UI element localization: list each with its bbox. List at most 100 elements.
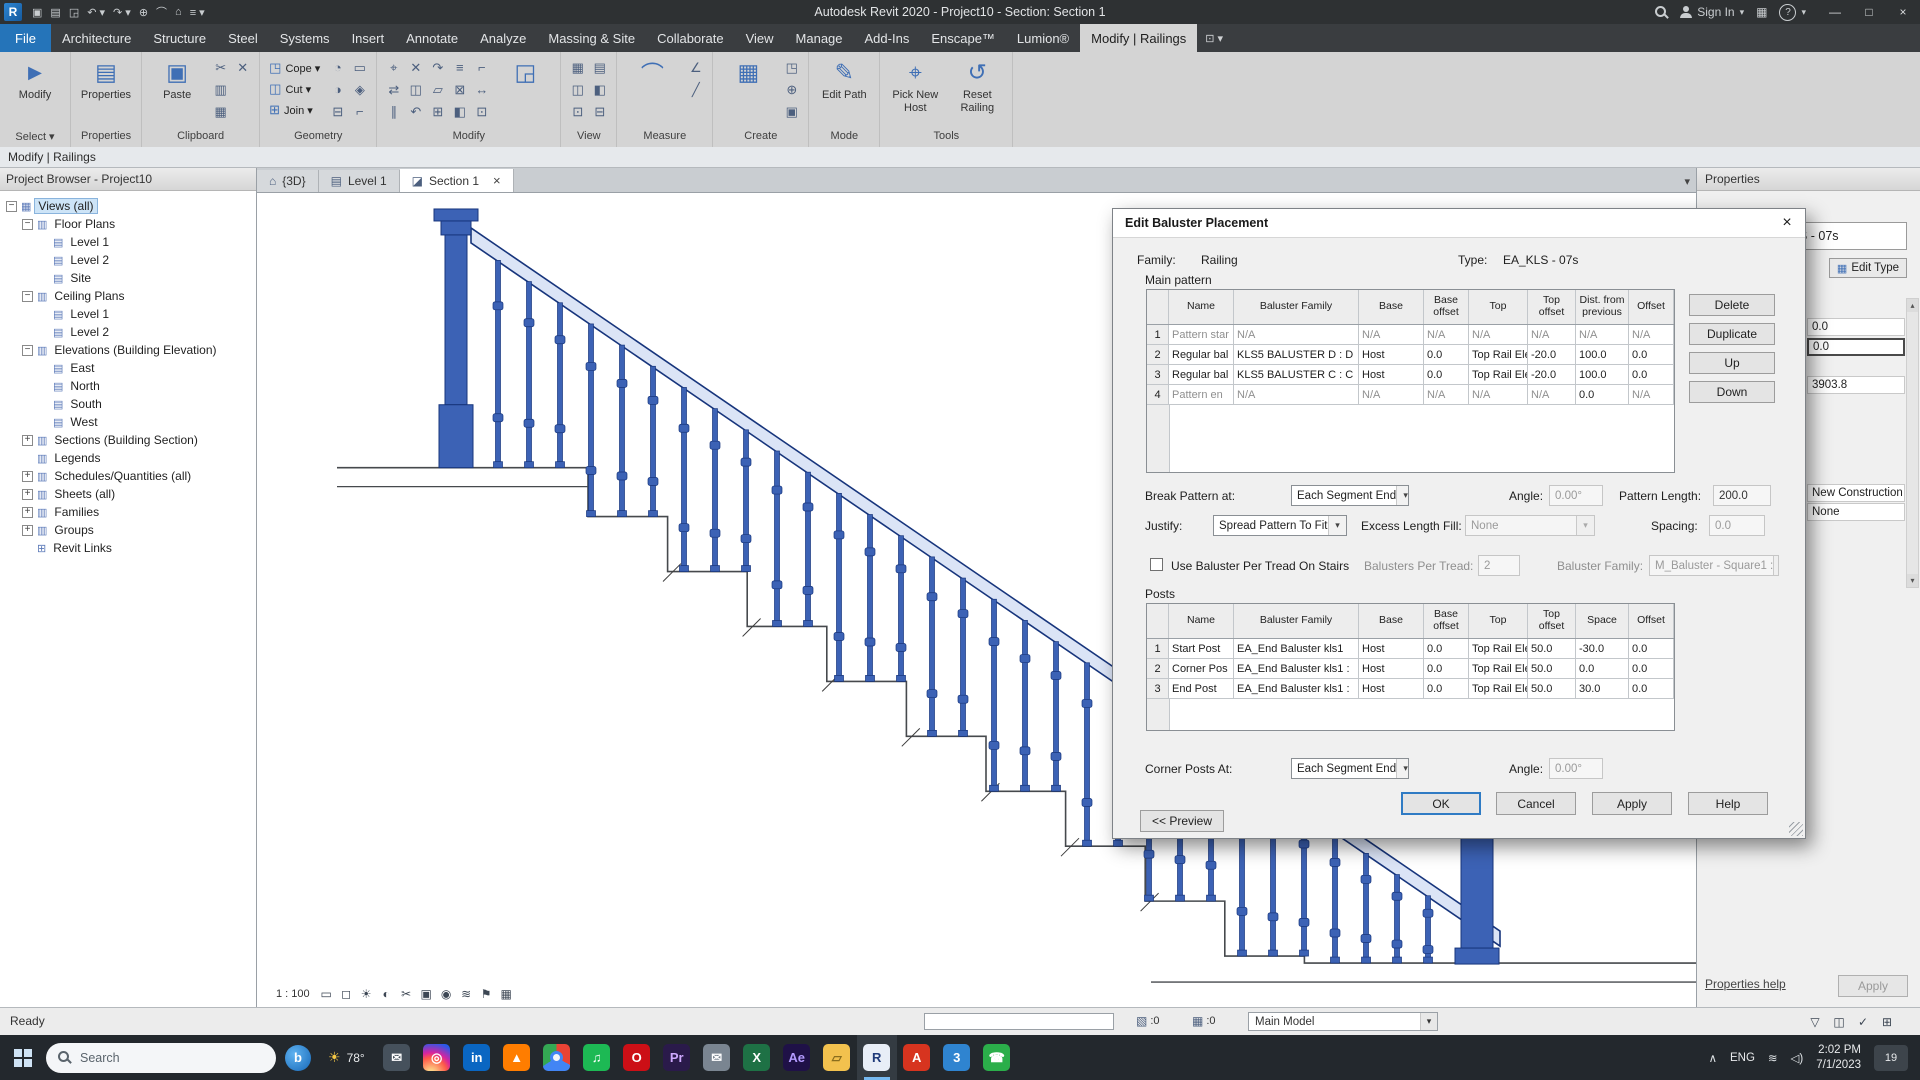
undo-icon[interactable]: ↶ ▾: [83, 3, 109, 21]
ribbon-tab-analyze[interactable]: Analyze: [469, 24, 537, 52]
ribbon-tool-icon[interactable]: ▭: [349, 57, 370, 78]
table-cell[interactable]: 0.0: [1424, 679, 1469, 698]
measure-button[interactable]: ⌒: [623, 56, 681, 88]
redo-icon[interactable]: ↷ ▾: [109, 3, 135, 21]
taskbar-app-linkedin[interactable]: in: [457, 1035, 497, 1080]
property-value[interactable]: 0.0: [1807, 318, 1905, 336]
property-value[interactable]: New Construction: [1807, 484, 1905, 502]
baluster[interactable]: [926, 556, 938, 737]
view-tab-3d[interactable]: ⌂ {3D}: [257, 170, 319, 192]
taskbar-assistant-icon[interactable]: b: [285, 1044, 311, 1071]
taskbar-clock[interactable]: 2:02 PM 7/1/2023: [1816, 1043, 1861, 1073]
ribbon-tool-icon[interactable]: ✂: [210, 57, 231, 78]
ribbon-tab-manage[interactable]: Manage: [785, 24, 854, 52]
ribbon-tool-icon[interactable]: ▤: [589, 57, 610, 78]
table-cell[interactable]: 1: [1147, 325, 1169, 344]
taskbar-app-autodesk[interactable]: A: [897, 1035, 937, 1080]
filter-icon[interactable]: ▽: [1806, 1013, 1824, 1031]
taskbar-app-instagram[interactable]: ◎: [417, 1035, 457, 1080]
table-cell[interactable]: N/A: [1424, 385, 1469, 404]
table-cell[interactable]: 1: [1147, 639, 1169, 658]
view-tab-list-icon[interactable]: ▾: [1684, 175, 1690, 188]
taskbar-app-mail[interactable]: ✉: [377, 1035, 417, 1080]
properties-help-link[interactable]: Properties help: [1705, 977, 1786, 991]
ribbon-tool-icon[interactable]: ⌖: [383, 57, 404, 78]
tree-item-groups[interactable]: + ▥ Groups: [0, 521, 256, 539]
ribbon-tab-modify-railings[interactable]: Modify | Railings: [1080, 24, 1198, 52]
search-icon[interactable]: [1655, 5, 1668, 19]
table-cell[interactable]: 50.0: [1528, 639, 1576, 658]
table-cell[interactable]: N/A: [1528, 385, 1576, 404]
baluster[interactable]: [1329, 831, 1341, 964]
table-cell[interactable]: Start Post: [1169, 639, 1234, 658]
ribbon-tool-icon[interactable]: ↔: [471, 79, 492, 100]
expand-icon[interactable]: +: [22, 434, 33, 446]
detail-level-icon[interactable]: ◻: [338, 985, 355, 1002]
ribbon-tab-steel[interactable]: Steel: [217, 24, 269, 52]
table-cell[interactable]: 100.0: [1576, 345, 1629, 364]
temporary-hide-icon[interactable]: ◉: [438, 985, 455, 1002]
ribbon-tool-icon[interactable]: ↷: [427, 57, 448, 78]
down-button[interactable]: Down: [1689, 381, 1775, 403]
baluster[interactable]: [1081, 662, 1093, 847]
table-cell[interactable]: -30.0: [1576, 639, 1629, 658]
tree-item-site[interactable]: ▤ Site: [0, 269, 256, 287]
tree-item-views-all[interactable]: − ▦ Views (all): [0, 197, 256, 215]
taskbar-search[interactable]: Search: [46, 1042, 276, 1073]
volume-icon[interactable]: ◁): [1791, 1051, 1804, 1065]
view-tab-section-1[interactable]: ◪ Section 1 ×: [399, 169, 514, 192]
taskbar-app-excel[interactable]: X: [737, 1035, 777, 1080]
properties-apply-button[interactable]: Apply: [1838, 975, 1908, 997]
table-cell[interactable]: Regular bal: [1169, 345, 1234, 364]
paste-button[interactable]: ▣ Paste: [148, 56, 206, 102]
ribbon-tool-icon[interactable]: ⊕: [781, 79, 802, 100]
properties-scrollbar[interactable]: ▴ ▾: [1906, 298, 1919, 588]
network-icon[interactable]: ≋: [1768, 1051, 1778, 1065]
close-button[interactable]: ×: [1886, 0, 1920, 24]
table-cell[interactable]: 0.0: [1424, 659, 1469, 678]
sun-path-icon[interactable]: ☀: [358, 985, 375, 1002]
table-cell[interactable]: 0.0: [1424, 345, 1469, 364]
tree-item-revit-links[interactable]: ⊞ Revit Links: [0, 539, 256, 557]
table-cell[interactable]: Host: [1359, 639, 1424, 658]
ribbon-tool-icon[interactable]: ◫: [567, 79, 588, 100]
table-cell[interactable]: 0.0: [1424, 365, 1469, 384]
expand-icon[interactable]: +: [22, 470, 33, 482]
table-cell[interactable]: N/A: [1629, 385, 1674, 404]
taskbar-app-3ds-max[interactable]: 3: [937, 1035, 977, 1080]
home-icon[interactable]: ⌂: [171, 3, 186, 21]
notification-badge[interactable]: 19: [1874, 1044, 1908, 1071]
posts-table[interactable]: Name Baluster Family Base Base offset Top Top…: [1146, 603, 1675, 731]
table-cell[interactable]: 100.0: [1576, 365, 1629, 384]
ribbon-tool-icon[interactable]: ▥: [210, 79, 231, 100]
select-box-icon[interactable]: ◫: [1830, 1013, 1848, 1031]
ribbon-tab-massing-site[interactable]: Massing & Site: [537, 24, 646, 52]
tree-item-schedules-quantities-all[interactable]: + ▥ Schedules/Quantities (all): [0, 467, 256, 485]
collapse-icon[interactable]: −: [22, 290, 33, 302]
table-cell[interactable]: 0.0: [1629, 365, 1674, 384]
baluster[interactable]: [554, 302, 566, 469]
ribbon-tab-collaborate[interactable]: Collaborate: [646, 24, 735, 52]
taskbar-app-mail-2[interactable]: ✉: [697, 1035, 737, 1080]
baluster[interactable]: [895, 535, 907, 682]
taskbar-app-revit[interactable]: R: [856, 1035, 897, 1080]
taskbar-weather[interactable]: ☀ 78°: [320, 1049, 373, 1066]
break-pattern-select[interactable]: Each Segment End ▾: [1291, 485, 1409, 506]
table-cell[interactable]: N/A: [1528, 325, 1576, 344]
table-cell[interactable]: 4: [1147, 385, 1169, 404]
ribbon-tool-icon[interactable]: ⊟: [589, 101, 610, 122]
resize-grip[interactable]: [1789, 822, 1803, 836]
up-button[interactable]: Up: [1689, 352, 1775, 374]
taskbar-app-premiere[interactable]: Pr: [657, 1035, 697, 1080]
table-cell[interactable]: Pattern en: [1169, 385, 1234, 404]
ribbon-tool-icon[interactable]: ▣: [781, 101, 802, 122]
ribbon-tab-add-ins[interactable]: Add-Ins: [854, 24, 921, 52]
revit-logo-icon[interactable]: R: [4, 3, 22, 21]
shadows-icon[interactable]: ◐: [378, 985, 395, 1002]
tree-item-level-2[interactable]: ▤ Level 2: [0, 251, 256, 269]
taskbar-app-phone[interactable]: ☎: [977, 1035, 1017, 1080]
table-cell[interactable]: 0.0: [1629, 679, 1674, 698]
baluster[interactable]: [1422, 895, 1434, 964]
properties-header[interactable]: Properties: [1697, 168, 1920, 191]
ribbon-tool-icon[interactable]: ⊡: [471, 101, 492, 122]
